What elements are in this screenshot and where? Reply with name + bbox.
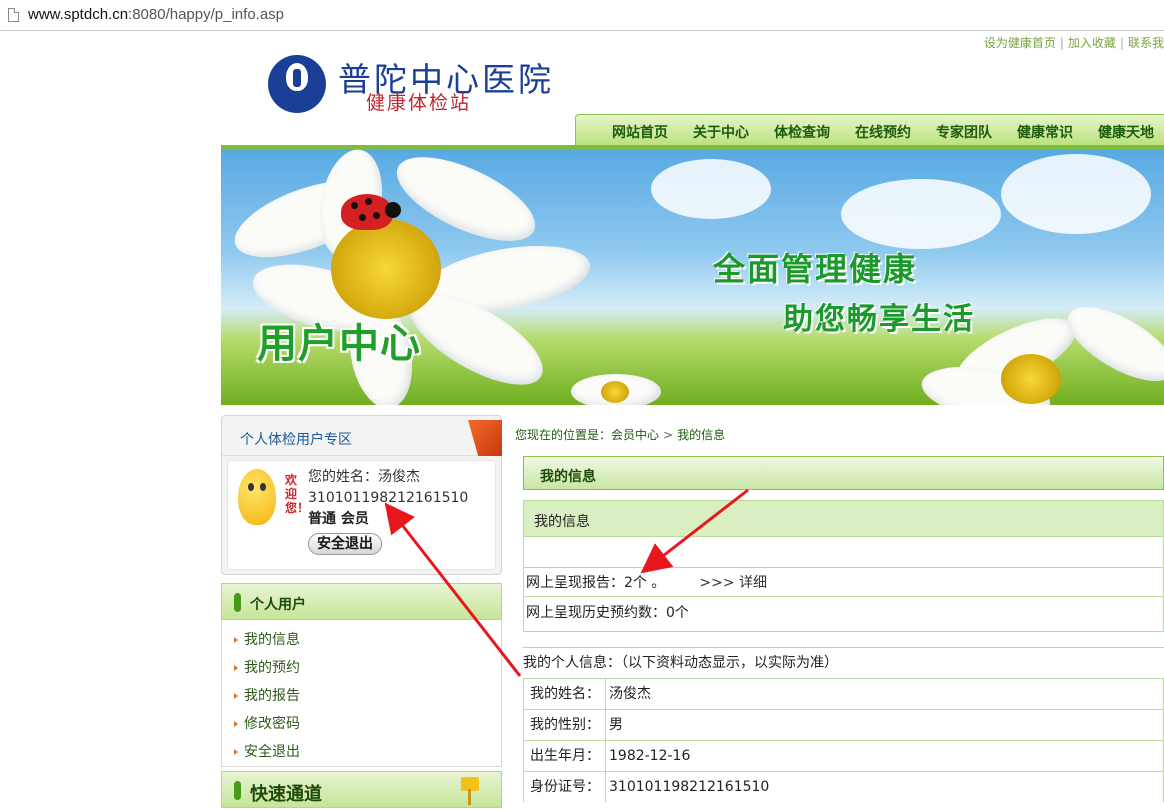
set-home-link[interactable]: 设为健康首页 [984,36,1056,50]
info-panel: 我的信息 网上呈现报告：2个 。 >>> 详细 网上呈现历史预约数：0个 [523,500,1164,632]
mascot-icon [238,469,276,525]
row-value: 310101198212161510 [606,772,1164,802]
fast-channel-header: 快速通道 [221,771,502,808]
user-box-title: 个人体检用户专区 [240,432,352,448]
page-title-bar: 我的信息 [523,456,1164,490]
main-nav: 网站首页 关于中心 体检查询 在线预约 专家团队 健康常识 健康天地 [575,114,1164,148]
personal-info-table: 我的个人信息：（以下资料动态显示，以实际为准） 我的姓名： 汤俊杰 我的性别：男 … [523,647,1164,802]
row-label: 出生年月： [523,741,606,771]
row-label: 我的姓名： [523,679,606,709]
page-document-icon [8,8,19,22]
breadcrumb-my-info: 我的信息 [677,428,726,442]
menu-item-change-password[interactable]: 修改密码 [222,710,501,738]
menu-item-my-booking[interactable]: 我的预约 [222,654,501,682]
row-value: 男 [606,710,1164,740]
table-row: 身份证号： 310101198212161510 [523,771,1164,802]
page-title: 我的信息 [540,469,596,485]
top-links: 设为健康首页 | 加入收藏 | 联系我 [983,36,1164,50]
banner-slogan-2: 助您畅享生活 [783,302,975,337]
ladybug-icon [341,194,401,230]
site-subtitle: 健康体检站 [366,92,472,114]
contact-link[interactable]: 联系我 [1128,36,1164,50]
row-label: 我的性别： [523,710,606,740]
section-bar-icon [234,593,241,612]
personal-info-caption: 我的个人信息：（以下资料动态显示，以实际为准） [523,647,1164,678]
row-label: 身份证号： [523,772,606,802]
banner-image: 全面管理健康 助您畅享生活 用户中心 [221,149,1164,405]
menu-item-logout[interactable]: 安全退出 [222,738,501,766]
table-row: 出生年月： 1982-12-16 [523,740,1164,771]
user-id-number: 310101198212161510 [308,490,469,506]
report-row: 网上呈现报告：2个 。 >>> 详细 [524,567,1163,597]
menu-item-my-info[interactable]: 我的信息 [222,626,501,654]
row-value: 1982-12-16 [606,741,1164,771]
corner-tab-icon [468,420,502,456]
table-row: 我的姓名： 汤俊杰 [523,678,1164,709]
hospital-emblem-icon [268,55,326,113]
breadcrumb: 您现在的位置是：会员中心 > 我的信息 [515,428,726,442]
add-favorite-link[interactable]: 加入收藏 [1068,36,1116,50]
history-count: 网上呈现历史预约数：0个 [526,605,689,621]
site-logo[interactable]: 普陀中心医院 健康体检站 [268,55,568,115]
sidebar: 个人体检用户专区 欢迎您！ 您的姓名：汤俊杰 31010119821216151… [221,415,502,808]
fast-channel-title: 快速通道 [250,784,322,805]
welcome-text: 欢迎您！ [285,473,310,515]
history-row: 网上呈现历史预约数：0个 [524,598,1163,628]
banner-slogan-1: 全面管理健康 [713,250,918,288]
user-menu: 我的信息 我的预约 我的报告 修改密码 安全退出 [221,620,502,767]
menu-item-my-report[interactable]: 我的报告 [222,682,501,710]
table-row: 我的性别：男 [523,709,1164,740]
panel-title: 我的信息 [534,514,590,530]
section-bar-icon [234,781,241,800]
address-bar[interactable]: www.sptdch.cn:8080/happy/p_info.asp [0,0,1164,31]
report-count: 网上呈现报告：2个 。 [526,575,666,591]
banner-user-center: 用户中心 [257,321,421,367]
logout-button[interactable]: 安全退出 [308,533,382,555]
user-box: 个人体检用户专区 欢迎您！ 您的姓名：汤俊杰 31010119821216151… [221,415,502,575]
user-name-line: 您的姓名：汤俊杰 [308,469,420,485]
personal-user-title: 个人用户 [250,597,306,613]
user-role: 普通 会员 [308,511,369,527]
personal-user-header: 个人用户 [221,583,502,620]
signpost-icon [459,777,479,805]
report-detail-link[interactable]: >>> 详细 [699,575,767,591]
row-value: 汤俊杰 [606,679,1164,709]
breadcrumb-member-center[interactable]: 会员中心 [611,428,659,442]
url-text[interactable]: www.sptdch.cn:8080/happy/p_info.asp [28,6,284,23]
